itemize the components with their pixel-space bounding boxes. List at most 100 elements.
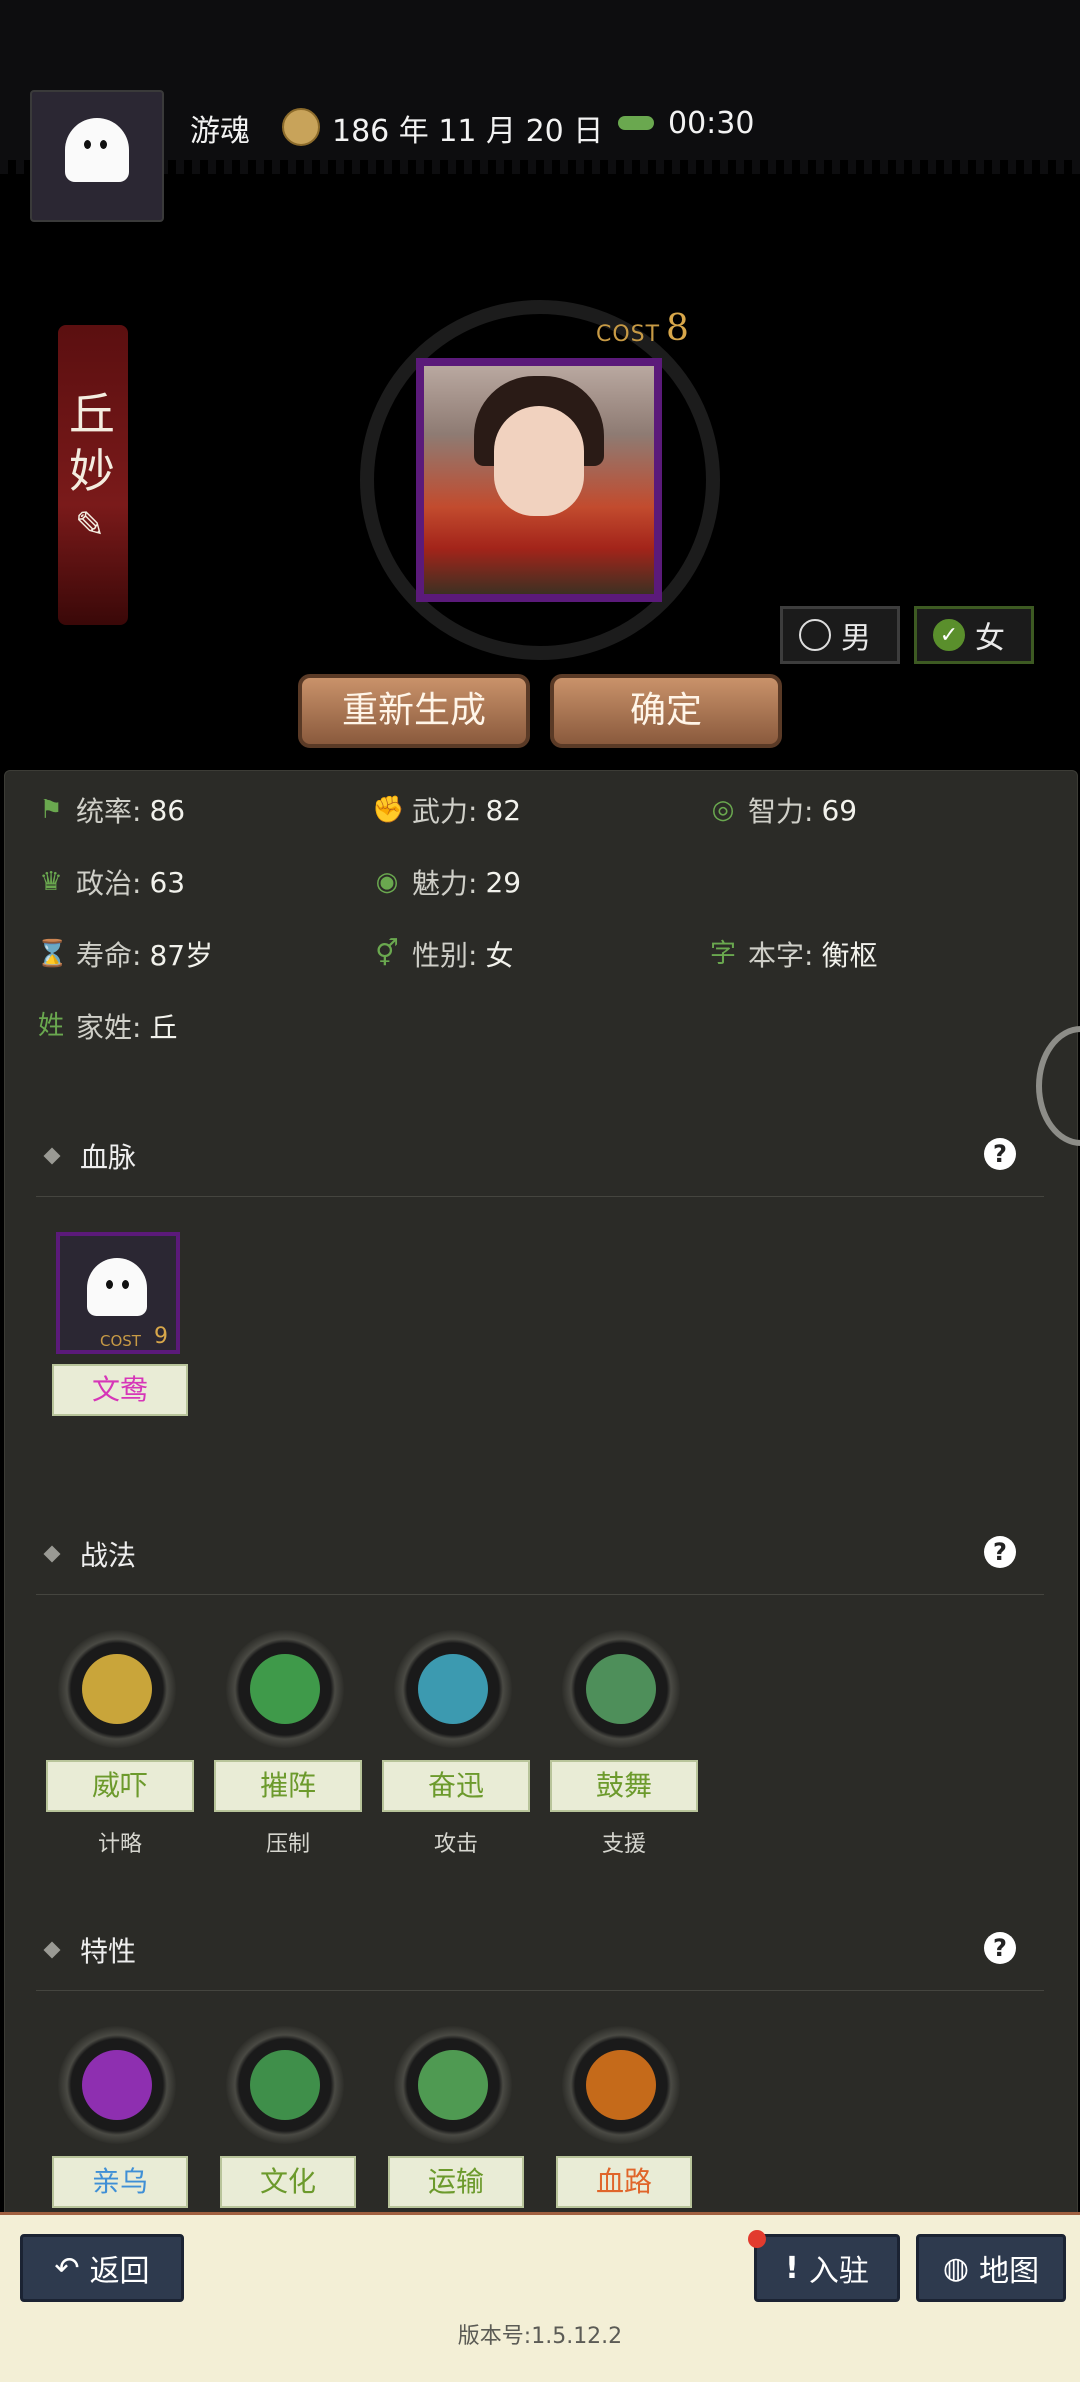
diamond-bullet-icon [43, 1147, 61, 1165]
tactic-type-label: 压制 [265, 1832, 310, 1857]
trait-name-tag[interactable]: 文化 [220, 2156, 356, 2208]
map-label: 地图 [979, 2254, 1040, 2289]
tactic-glyph [82, 1654, 152, 1724]
tactic-break-formation-icon[interactable] [226, 1630, 344, 1748]
stat-label: 统率: [76, 795, 142, 828]
exclamation-icon: ! [785, 2250, 799, 2286]
fist-icon: ✊ [372, 795, 405, 825]
back-button[interactable]: ↶ 返回 [20, 2234, 184, 2302]
station-label: 入驻 [808, 2254, 869, 2289]
family-name-icon: 姓 [37, 1011, 64, 1041]
help-icon[interactable]: ? [984, 1932, 1016, 1964]
trait-glyph [586, 2050, 656, 2120]
character-portrait[interactable] [416, 358, 662, 602]
stat-command: ⚑ 统率: 86 [36, 786, 185, 834]
stat-label: 智力: [748, 795, 814, 828]
section-title-text: 特性 [80, 1935, 137, 1968]
feather-icon[interactable]: ✎ [70, 505, 110, 547]
crown-icon: ♛ [39, 867, 63, 897]
player-name: 游魂 [190, 114, 250, 149]
help-icon[interactable]: ? [984, 1138, 1016, 1170]
stat-value: 86 [149, 793, 186, 827]
help-icon[interactable]: ? [984, 1536, 1016, 1568]
radio-unchecked-icon [799, 619, 831, 651]
section-title-text: 战法 [80, 1539, 137, 1572]
gender-female-label: 女 [975, 621, 1005, 656]
diamond-bullet-icon [43, 1545, 61, 1563]
tactic-glyph [418, 1654, 488, 1724]
station-button[interactable]: ! 入驻 [754, 2234, 900, 2302]
tactics-section-title: 战法 [43, 1534, 137, 1574]
stat-gender: ⚥ 性别: 女 [372, 930, 513, 978]
bloodline-card[interactable]: COST 9 [56, 1232, 180, 1354]
bloodline-section-title: 血脉 [43, 1136, 137, 1176]
tactic-intimidate-icon[interactable] [58, 1630, 176, 1748]
tactic-type-label: 计略 [97, 1832, 142, 1857]
stat-lifespan: ⌛ 寿命: 87岁 [36, 930, 213, 978]
clock-icon [618, 116, 654, 130]
stat-label: 魅力: [412, 867, 478, 900]
stat-value: 衡枢 [821, 939, 878, 972]
tactic-glyph [586, 1654, 656, 1724]
globe-icon: ◍ [942, 2250, 970, 2286]
section-divider [36, 1990, 1044, 1991]
bloodline-cost-value: 9 [154, 1324, 168, 1349]
character-name-char-2: 妙 [69, 444, 115, 498]
trait-glyph [82, 2050, 152, 2120]
flag-icon: ⚑ [39, 795, 63, 825]
stat-label: 性别: [412, 939, 478, 972]
eye-icon: ◉ [375, 867, 399, 897]
stat-label: 本字: [748, 939, 814, 972]
trait-name-tag[interactable]: 血路 [556, 2156, 692, 2208]
regenerate-button[interactable]: 重新生成 [298, 674, 530, 748]
tactic-swift-strike-icon[interactable] [394, 1630, 512, 1748]
bloodline-cost-label: COST [100, 1332, 141, 1350]
radio-checked-icon: ✓ [933, 619, 965, 651]
stat-value: 82 [485, 793, 522, 827]
stat-label: 武力: [412, 795, 478, 828]
bloodline-name-tag[interactable]: 文鸯 [52, 1364, 188, 1416]
stat-intelligence: ◎ 智力: 69 [708, 786, 857, 834]
courtesy-name-icon: 字 [709, 939, 736, 969]
confirm-button[interactable]: 确定 [550, 674, 782, 748]
ghost-icon [87, 1258, 147, 1316]
stat-value: 87岁 [149, 939, 214, 972]
trait-helmet-icon[interactable] [58, 2026, 176, 2144]
game-time: 00:30 [668, 106, 755, 141]
stat-charm: ◉ 魅力: 29 [372, 858, 521, 906]
gender-female-option[interactable]: ✓ 女 [914, 606, 1034, 664]
back-label: 返回 [89, 2254, 150, 2289]
tactic-name-tag[interactable]: 鼓舞 [550, 1760, 698, 1812]
map-button[interactable]: ◍ 地图 [916, 2234, 1066, 2302]
character-detail-panel [4, 770, 1078, 2222]
tactic-name-tag[interactable]: 摧阵 [214, 1760, 362, 1812]
trait-blood-path-icon[interactable] [562, 2026, 680, 2144]
trait-culture-icon[interactable] [226, 2026, 344, 2144]
section-divider [36, 1196, 1044, 1197]
version-label: 版本号:1.5.12.2 [457, 2324, 623, 2349]
tactic-glyph [250, 1654, 320, 1724]
stat-label: 家姓: [76, 1011, 142, 1044]
portrait-face [494, 406, 584, 516]
trait-glyph [250, 2050, 320, 2120]
stat-value: 69 [821, 793, 858, 827]
trait-name-tag[interactable]: 亲乌 [52, 2156, 188, 2208]
stat-value: 丘 [149, 1011, 178, 1044]
gender-male-option[interactable]: 男 [780, 606, 900, 664]
stat-value: 63 [149, 865, 186, 899]
tactic-inspire-icon[interactable] [562, 1630, 680, 1748]
lifespan-icon: ⌛ [36, 939, 69, 969]
stat-label: 寿命: [76, 939, 142, 972]
tactic-type-label: 支援 [601, 1832, 646, 1857]
stat-value: 女 [485, 939, 514, 972]
tactic-name-tag[interactable]: 奋迅 [382, 1760, 530, 1812]
player-avatar[interactable] [30, 90, 164, 222]
stat-politics: ♛ 政治: 63 [36, 858, 185, 906]
section-title-text: 血脉 [80, 1141, 137, 1174]
traits-section-title: 特性 [43, 1930, 137, 1970]
cost-label: COST [596, 322, 661, 347]
trait-name-tag[interactable]: 运输 [388, 2156, 524, 2208]
notification-dot [748, 2230, 766, 2248]
tactic-name-tag[interactable]: 威吓 [46, 1760, 194, 1812]
trait-transport-icon[interactable] [394, 2026, 512, 2144]
